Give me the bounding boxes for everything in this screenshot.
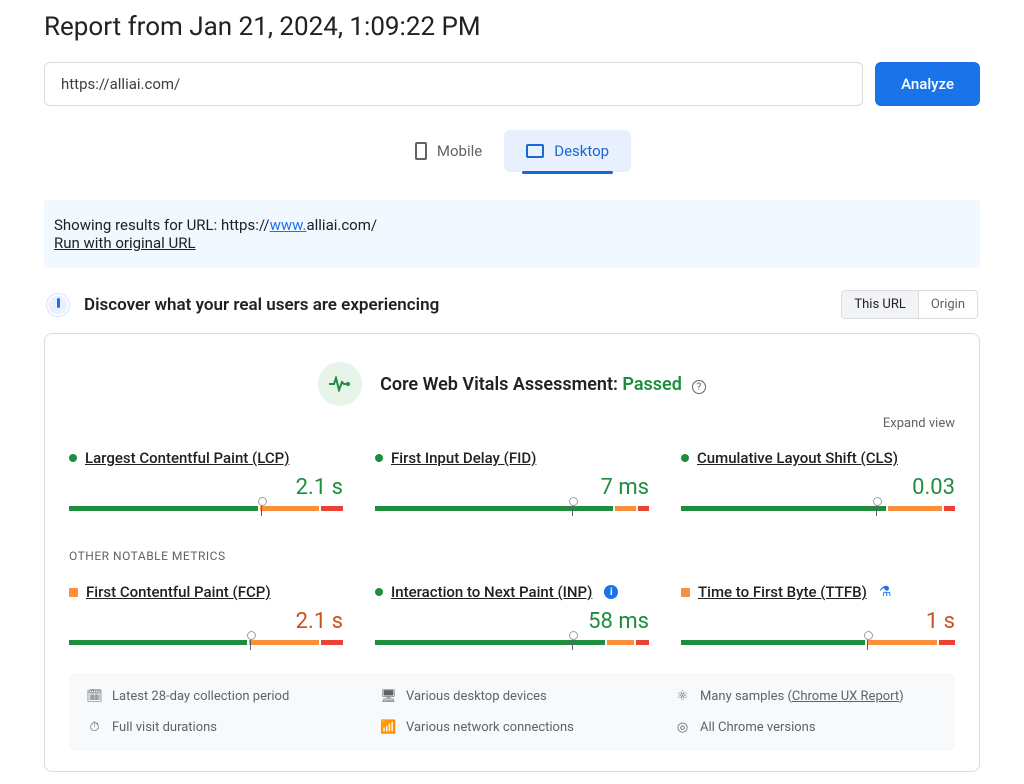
distribution-bar (69, 640, 343, 645)
scope-origin[interactable]: Origin (918, 291, 977, 318)
status-dot-icon (69, 588, 78, 597)
metric-value: 58 ms (375, 609, 649, 634)
info-durations: ⏱Full visit durations (87, 720, 349, 735)
scope-this-url[interactable]: This URL (842, 291, 917, 318)
notice-text: Showing results for URL: https:// (54, 216, 270, 234)
metric-value: 2.1 s (69, 475, 343, 500)
status-dot-icon (69, 454, 77, 462)
desktop-icon (526, 144, 544, 158)
gauge-icon (46, 293, 70, 317)
assessment-row: Core Web Vitals Assessment: Passed ? (69, 362, 955, 406)
metric-inp: Interaction to Next Paint (INP) i 58 ms (375, 583, 649, 645)
metric-value: 2.1 s (69, 609, 343, 634)
tab-mobile[interactable]: Mobile (393, 130, 504, 172)
info-network: 📶Various network connections (381, 720, 643, 735)
metric-name-link[interactable]: First Contentful Paint (FCP) (86, 583, 271, 601)
calendar-icon: 🗓 (87, 689, 102, 704)
wifi-icon: 📶 (381, 720, 396, 735)
status-dot-icon (681, 454, 689, 462)
scope-toggle: This URL Origin (841, 290, 978, 319)
info-period: 🗓Latest 28-day collection period (87, 689, 349, 704)
footer-info: 🗓Latest 28-day collection period 🖥Variou… (69, 673, 955, 751)
tab-label: Desktop (554, 142, 609, 160)
status-dot-icon (375, 454, 383, 462)
info-badge-icon[interactable]: i (604, 585, 618, 599)
metric-name-link[interactable]: Time to First Byte (TTFB) (698, 583, 867, 601)
metric-name-link[interactable]: First Input Delay (FID) (391, 449, 536, 467)
status-dot-icon (681, 588, 690, 597)
distribution-bar (681, 640, 955, 645)
metric-name-link[interactable]: Cumulative Layout Shift (CLS) (697, 449, 898, 467)
metric-fid: First Input Delay (FID) 7 ms (375, 449, 649, 511)
run-original-link[interactable]: Run with original URL (54, 234, 196, 252)
discover-title: Discover what your real users are experi… (84, 295, 439, 315)
devices-icon: 🖥 (381, 689, 396, 704)
metric-fcp: First Contentful Paint (FCP) 2.1 s (69, 583, 343, 645)
url-input[interactable] (44, 62, 863, 106)
mobile-icon (415, 142, 427, 160)
assessment-status: Passed (622, 374, 681, 395)
pulse-icon (318, 362, 362, 406)
analyze-button[interactable]: Analyze (875, 62, 980, 106)
assessment-label: Core Web Vitals Assessment: (380, 374, 622, 395)
status-dot-icon (375, 588, 383, 596)
page-title: Report from Jan 21, 2024, 1:09:22 PM (44, 12, 980, 42)
info-samples: ⚛Many samples (Chrome UX Report) (675, 689, 937, 704)
experimental-icon: ⚗ (879, 584, 892, 600)
metric-ttfb: Time to First Byte (TTFB) ⚗ 1 s (681, 583, 955, 645)
device-tabs: Mobile Desktop (44, 130, 980, 172)
url-notice: Showing results for URL: https://www.all… (44, 200, 980, 268)
info-chrome: ◎All Chrome versions (675, 720, 937, 735)
metric-name-link[interactable]: Interaction to Next Paint (INP) (391, 583, 592, 601)
metric-cls: Cumulative Layout Shift (CLS) 0.03 (681, 449, 955, 511)
distribution-bar (375, 506, 649, 511)
metric-value: 1 s (681, 609, 955, 634)
metric-value: 7 ms (375, 475, 649, 500)
discover-row: Discover what your real users are experi… (44, 290, 980, 319)
chrome-icon: ◎ (675, 720, 690, 735)
expand-view-link[interactable]: Expand view (69, 416, 955, 431)
url-row: Analyze (44, 62, 980, 106)
metric-lcp: Largest Contentful Paint (LCP) 2.1 s (69, 449, 343, 511)
tab-label: Mobile (437, 142, 482, 160)
samples-icon: ⚛ (675, 689, 690, 704)
distribution-bar (681, 506, 955, 511)
metric-value: 0.03 (681, 475, 955, 500)
metrics-grid: Largest Contentful Paint (LCP) 2.1 s Fir… (69, 449, 955, 645)
crux-link[interactable]: Chrome UX Report (792, 689, 899, 704)
distribution-bar (69, 506, 343, 511)
info-devices: 🖥Various desktop devices (381, 689, 643, 704)
vitals-card: Core Web Vitals Assessment: Passed ? Exp… (44, 333, 980, 772)
distribution-bar (375, 640, 649, 645)
notice-suffix: alliai.com/ (306, 216, 377, 234)
info-icon[interactable]: ? (692, 380, 706, 394)
www-link[interactable]: www. (270, 216, 307, 234)
metric-name-link[interactable]: Largest Contentful Paint (LCP) (85, 449, 289, 467)
other-metrics-label: OTHER NOTABLE METRICS (69, 549, 955, 563)
timer-icon: ⏱ (87, 720, 102, 735)
tab-desktop[interactable]: Desktop (504, 130, 631, 172)
